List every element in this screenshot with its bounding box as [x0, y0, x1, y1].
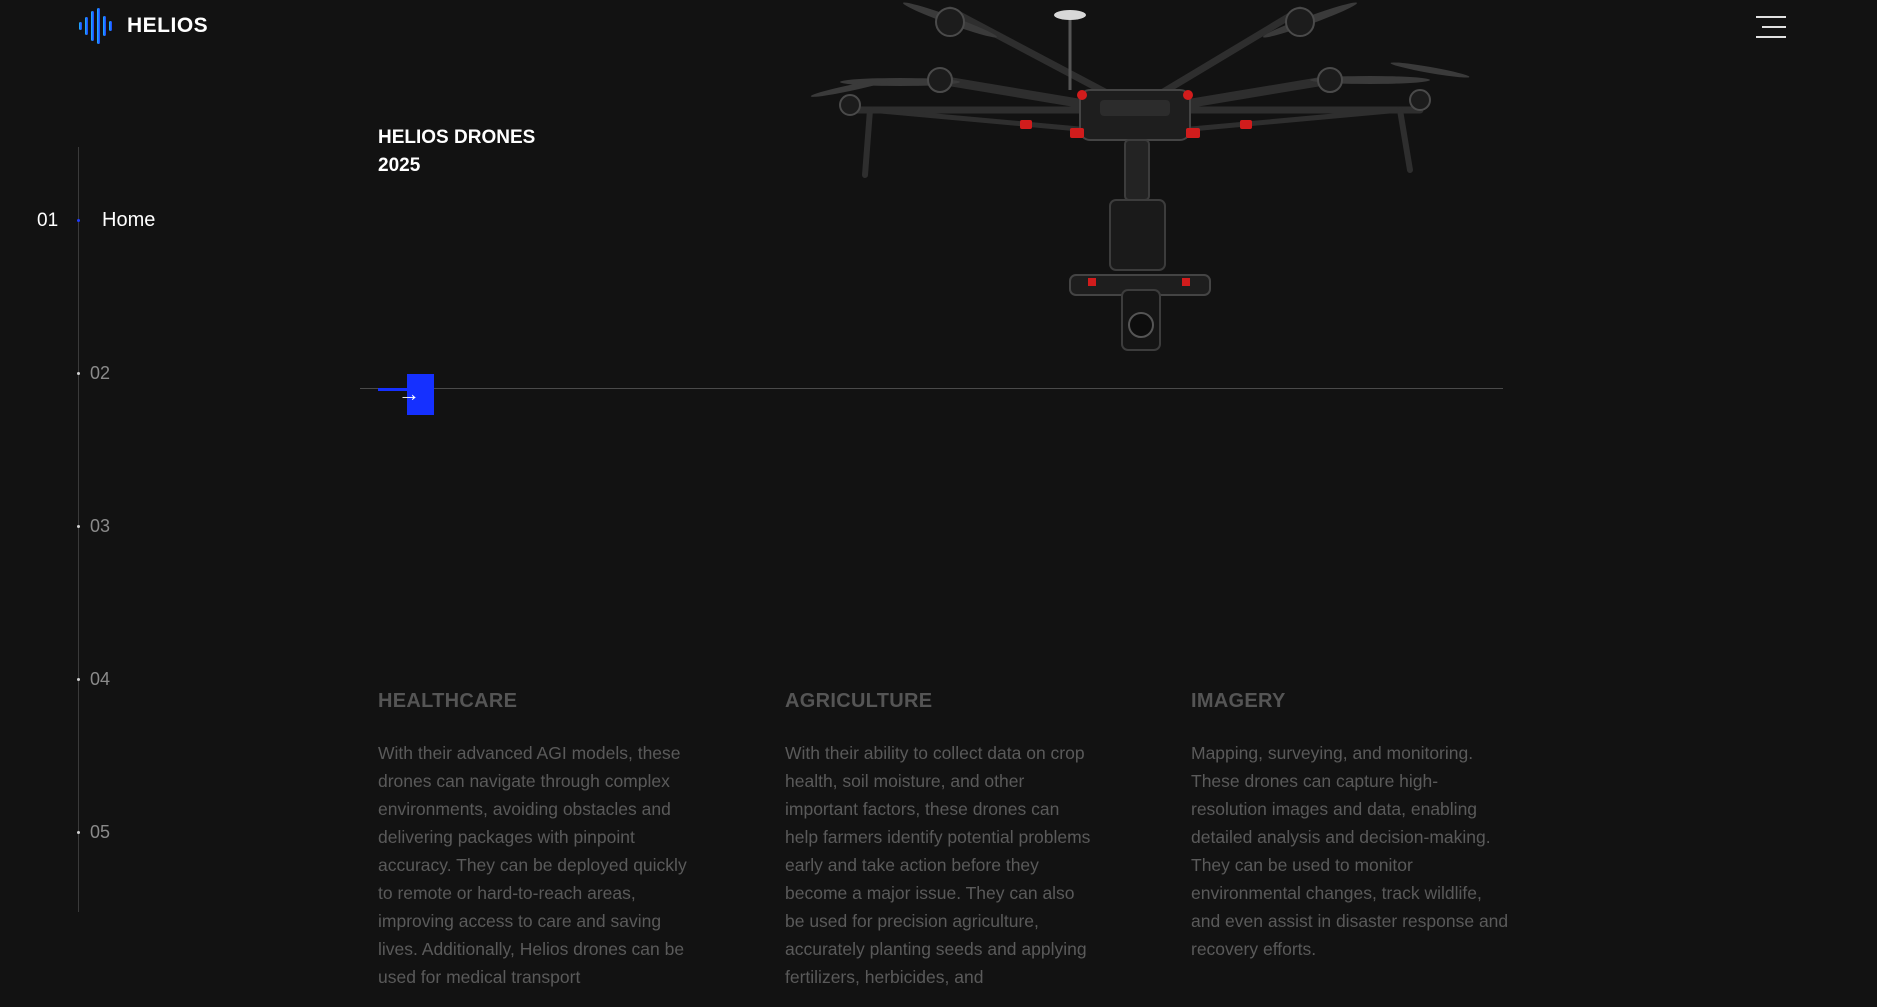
section-number: 04	[90, 669, 111, 689]
feature-agriculture: AGRICULTURE With their ability to collec…	[785, 690, 1095, 991]
feature-title: AGRICULTURE	[785, 690, 933, 712]
section-dot	[77, 831, 80, 834]
hero-title-line: 2025	[378, 155, 421, 176]
feature-text: With their advanced AGI models, these dr…	[378, 743, 687, 987]
drone-image	[810, 2, 1470, 351]
active-section-dot	[77, 219, 80, 222]
section-number: 02	[90, 363, 111, 383]
section-dot	[77, 372, 80, 375]
section-dot	[77, 678, 80, 681]
arrow-right-icon: →	[398, 381, 420, 406]
feature-text: With their ability to collect data on cr…	[785, 743, 1091, 987]
hero-title: HELIOS DRONES 2025	[378, 124, 535, 180]
feature-text: Mapping, surveying, and monitoring. Thes…	[1191, 743, 1509, 959]
section-link-02[interactable]: 02	[77, 363, 110, 384]
feature-title: IMAGERY	[1191, 690, 1286, 712]
section-link-04[interactable]: 04	[77, 669, 110, 690]
section-number: 05	[90, 822, 111, 842]
section-dot	[77, 525, 80, 528]
section-link-03[interactable]: 03	[77, 516, 110, 537]
hamburger-icon[interactable]	[1754, 14, 1786, 40]
brand-logo[interactable]: HELIOS	[77, 8, 208, 44]
section-number: 03	[90, 516, 111, 536]
section-link-home[interactable]: Home	[102, 209, 155, 232]
hero-divider	[360, 388, 1503, 389]
hero-title-line: HELIOS DRONES	[378, 127, 536, 148]
feature-imagery: IMAGERY Mapping, surveying, and monitori…	[1191, 690, 1509, 963]
next-slide-button[interactable]: →	[378, 374, 434, 416]
brand-name: HELIOS	[127, 14, 209, 37]
section-number-active: 01	[37, 210, 59, 231]
feature-title: HEALTHCARE	[378, 690, 518, 712]
feature-healthcare: HEALTHCARE With their advanced AGI model…	[378, 690, 698, 991]
soundwave-logo-icon	[79, 8, 112, 44]
section-link-05[interactable]: 05	[77, 822, 110, 843]
